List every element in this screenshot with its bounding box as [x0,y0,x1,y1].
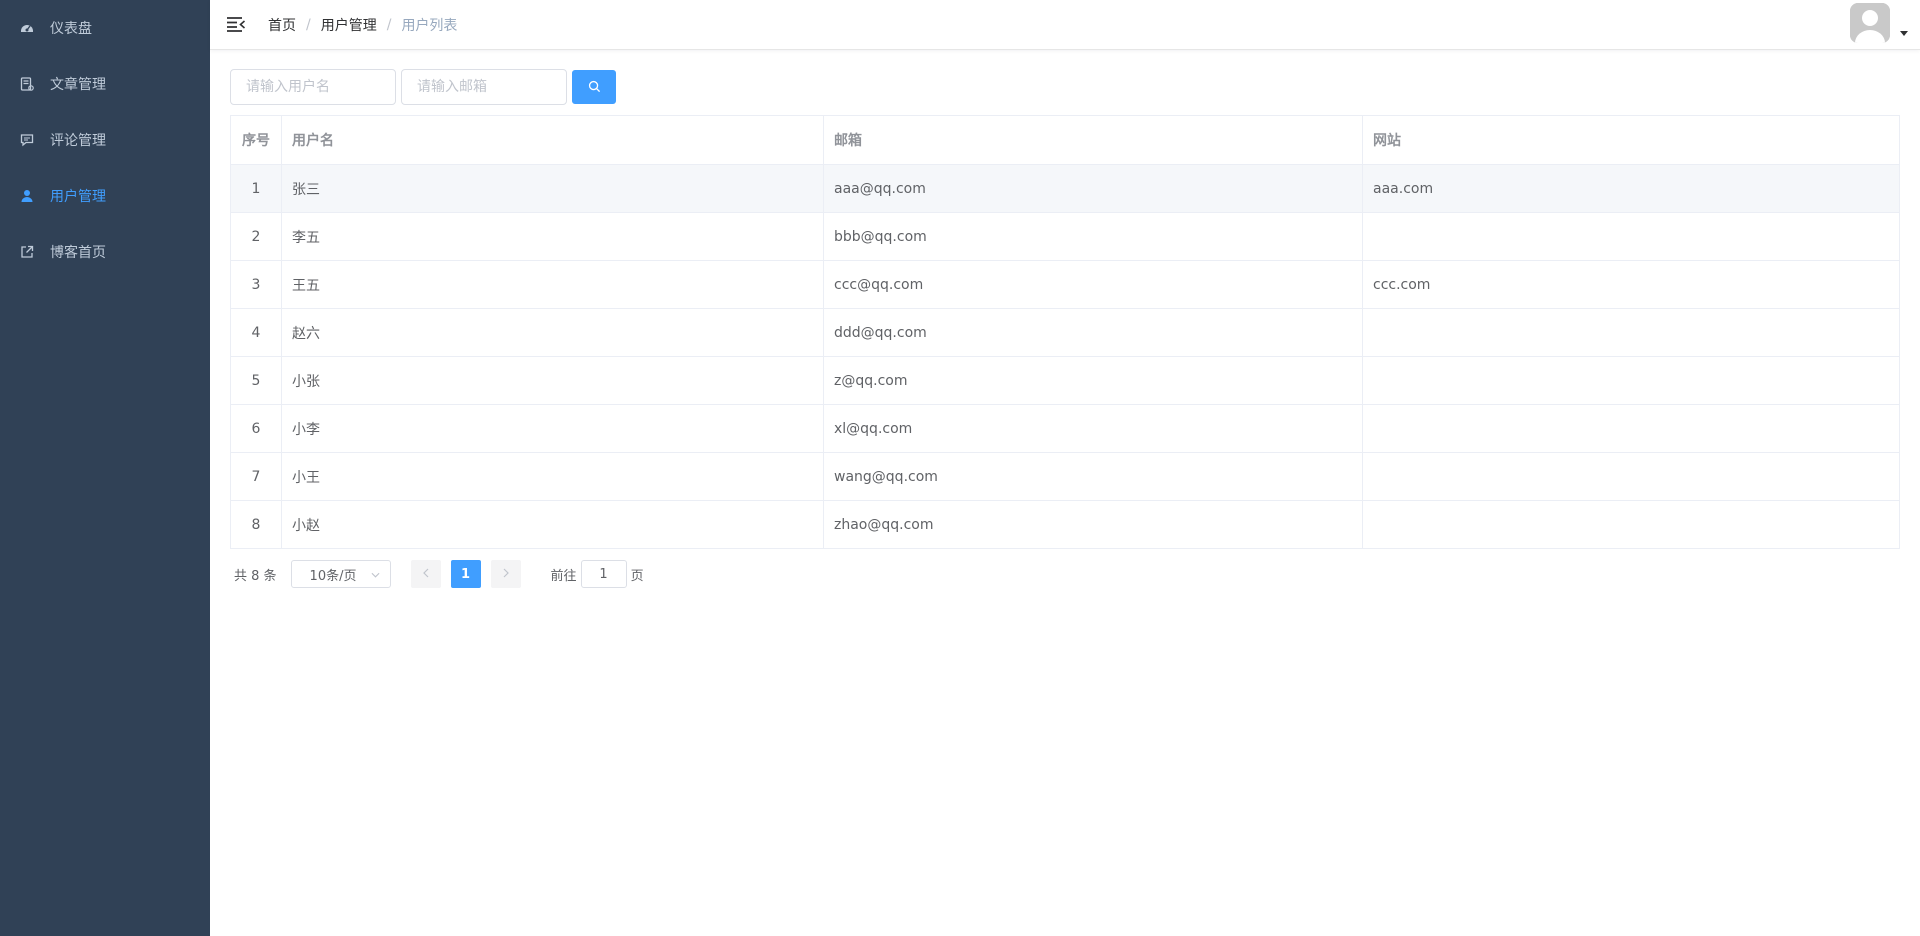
cell-index: 6 [230,404,282,453]
cell-website [1362,452,1900,501]
hamburger-icon[interactable] [226,15,246,33]
cell-index: 5 [230,356,282,405]
cell-index: 1 [230,164,282,213]
goto-prefix: 前往 [550,568,577,584]
cell-email: aaa@qq.com [823,164,1363,213]
cell-website [1362,308,1900,357]
breadcrumb-separator: / [306,17,311,33]
cell-index: 2 [230,212,282,261]
column-header-website: 网站 [1362,115,1900,165]
sidebar-item-label: 评论管理 [50,133,106,149]
sidebar-item-label: 文章管理 [50,77,106,93]
cell-username: 小张 [281,356,824,405]
user-table: 序号 用户名 邮箱 网站 1 张三 aaa@qq.com aaa.com 2 李… [230,115,1900,549]
comment-icon [20,133,34,147]
cell-index: 7 [230,452,282,501]
cell-username: 张三 [281,164,824,213]
table-header-row: 序号 用户名 邮箱 网站 [230,115,1900,165]
column-header-email: 邮箱 [823,115,1363,165]
page-size-select[interactable]: 10条/页 [290,560,391,588]
cell-index: 4 [230,308,282,357]
pagination-total: 共 8 条 [234,568,277,584]
goto-suffix: 页 [630,568,644,584]
email-search-input[interactable] [401,69,567,105]
table-row[interactable]: 6 小李 xl@qq.com [230,404,1900,453]
page-number-current[interactable]: 1 [450,560,481,588]
cell-website: ccc.com [1362,260,1900,309]
article-icon [20,77,34,91]
sidebar-item-label: 博客首页 [50,245,106,261]
table-row[interactable]: 8 小赵 zhao@qq.com [230,500,1900,549]
dashboard-icon [20,21,34,35]
username-search-input[interactable] [230,69,396,105]
sidebar: 仪表盘 文章管理 评论管理 用户管理 博客首页 [0,0,210,936]
caret-down-icon[interactable] [1900,31,1908,36]
cell-email: xl@qq.com [823,404,1363,453]
external-link-icon [20,245,34,259]
cell-username: 李五 [281,212,824,261]
next-page-button[interactable] [490,560,521,588]
sidebar-item-users[interactable]: 用户管理 [0,168,210,224]
breadcrumb-separator: / [386,17,392,33]
cell-email: wang@qq.com [823,452,1363,501]
chevron-left-icon [422,567,429,582]
cell-username: 王五 [281,260,824,309]
cell-website [1362,404,1900,453]
breadcrumb-current: 用户列表 [401,18,458,34]
table-row[interactable]: 3 王五 ccc@qq.com ccc.com [230,260,1900,309]
filter-bar [230,69,616,105]
cell-index: 8 [230,500,282,549]
column-header-index: 序号 [230,115,282,165]
table-row[interactable]: 5 小张 z@qq.com [230,356,1900,405]
cell-index: 3 [230,260,282,309]
sidebar-item-dashboard[interactable]: 仪表盘 [0,0,210,56]
chevron-right-icon [503,567,509,582]
page-jumper: 前往 页 [551,560,644,588]
breadcrumb: 首页 / 用户管理 / 用户列表 [268,15,457,35]
cell-website [1362,356,1900,405]
cell-email: zhao@qq.com [823,500,1363,549]
goto-page-input[interactable] [580,560,627,588]
user-icon [20,189,34,203]
search-button[interactable] [572,70,616,104]
cell-website: aaa.com [1362,164,1900,213]
table-row[interactable]: 2 李五 bbb@qq.com [230,212,1900,261]
cell-website [1362,500,1900,549]
search-icon [588,78,601,97]
cell-username: 小赵 [281,500,824,549]
chevron-down-icon [371,567,380,582]
page-size-value: 10条/页 [309,568,357,584]
sidebar-item-label: 用户管理 [50,189,106,205]
cell-username: 小王 [281,452,824,501]
table-row[interactable]: 7 小王 wang@qq.com [230,452,1900,501]
prev-page-button[interactable] [410,560,441,588]
table-row[interactable]: 4 赵六 ddd@qq.com [230,308,1900,357]
cell-email: bbb@qq.com [823,212,1363,261]
breadcrumb-user-management[interactable]: 用户管理 [321,15,377,35]
cell-username: 小李 [281,404,824,453]
breadcrumb-home[interactable]: 首页 [268,15,296,35]
avatar[interactable] [1850,3,1890,43]
cell-email: ccc@qq.com [823,260,1363,309]
cell-username: 赵六 [281,308,824,357]
table-row[interactable]: 1 张三 aaa@qq.com aaa.com [230,164,1900,213]
sidebar-item-blog-home[interactable]: 博客首页 [0,224,210,280]
cell-email: ddd@qq.com [823,308,1363,357]
navbar: 首页 / 用户管理 / 用户列表 [210,0,1920,50]
cell-email: z@qq.com [823,356,1363,405]
sidebar-item-comments[interactable]: 评论管理 [0,112,210,168]
pagination: 共 8 条 10条/页 1 前往 页 [234,560,644,588]
sidebar-item-label: 仪表盘 [50,21,92,37]
cell-website [1362,212,1900,261]
column-header-username: 用户名 [281,115,824,165]
sidebar-item-articles[interactable]: 文章管理 [0,56,210,112]
